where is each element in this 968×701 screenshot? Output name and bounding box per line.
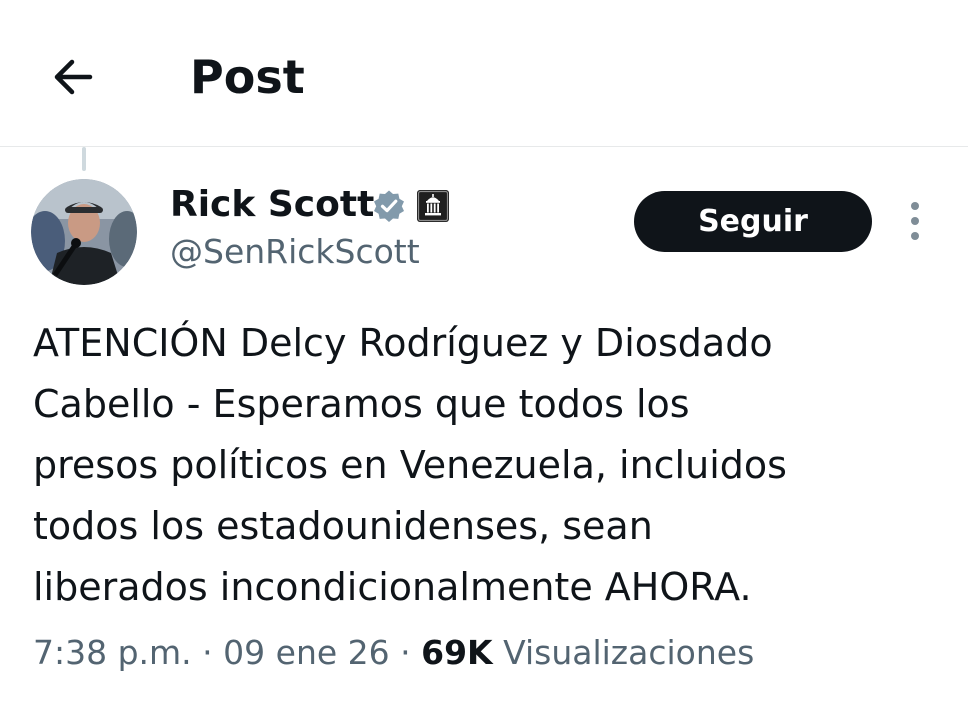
meta-separator: · <box>191 633 224 672</box>
views-label[interactable]: Visualizaciones <box>503 633 754 672</box>
post-text-line: liberados incondicionalmente AHORA. <box>33 565 752 609</box>
post-page: Post Rick Scott @SenRickScott Seguir ATE… <box>0 0 968 701</box>
avatar[interactable] <box>31 179 137 285</box>
page-title: Post <box>190 50 305 104</box>
government-badge-icon <box>417 190 449 222</box>
follow-button[interactable]: Seguir <box>634 191 872 252</box>
thread-connector <box>82 147 86 171</box>
author-handle[interactable]: @SenRickScott <box>170 230 420 274</box>
post-text-line: Cabello - Esperamos que todos los <box>33 382 690 426</box>
more-vertical-icon <box>911 202 919 240</box>
top-bar: Post <box>0 0 968 147</box>
post-text: ATENCIÓN Delcy Rodríguez y Diosdado Cabe… <box>33 313 933 618</box>
author-name[interactable]: Rick Scott <box>170 182 374 228</box>
more-options-button[interactable] <box>897 198 933 244</box>
post-text-line: presos políticos en Venezuela, incluidos <box>33 443 787 487</box>
post-date[interactable]: 09 ene 26 <box>223 633 389 672</box>
verified-badge-icon <box>374 190 404 222</box>
post-text-line: ATENCIÓN Delcy Rodríguez y Diosdado <box>33 321 773 365</box>
post-text-line: todos los estadounidenses, sean <box>33 504 653 548</box>
post-time[interactable]: 7:38 p.m. <box>33 633 192 672</box>
arrow-left-icon <box>54 59 93 95</box>
back-button[interactable] <box>44 48 102 106</box>
meta-separator: · <box>389 633 422 672</box>
post-meta: 7:38 p.m. · 09 ene 26 · 69K Visualizacio… <box>33 630 953 676</box>
avatar-photo <box>31 179 137 285</box>
views-count[interactable]: 69K <box>421 633 493 672</box>
